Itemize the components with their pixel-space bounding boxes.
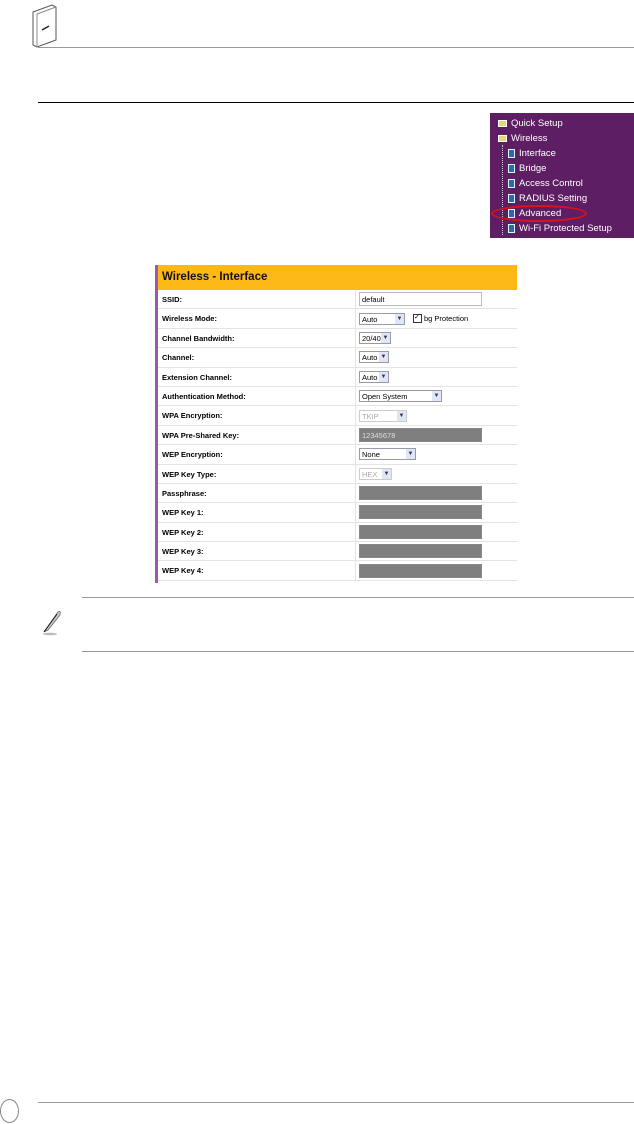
access-point-device-icon [32, 4, 57, 48]
menu-item-wireless[interactable]: Wireless [498, 133, 547, 144]
row-auth-method: Authentication Method: Open System ▼ [158, 386, 517, 407]
folder-open-icon [498, 135, 507, 142]
channel-select[interactable]: Auto ▼ [359, 351, 389, 364]
chevron-down-icon: ▼ [381, 332, 390, 343]
wep-key-1-input[interactable] [359, 505, 482, 520]
page-icon [508, 149, 515, 158]
note-top-divider [82, 597, 634, 598]
page-icon [508, 194, 515, 203]
section-divider [38, 102, 634, 103]
chevron-down-icon: ▼ [432, 391, 441, 402]
passphrase-input[interactable] [359, 486, 482, 501]
channel-bandwidth-select[interactable]: 20/40 ▼ [359, 331, 391, 344]
row-wep-encryption: WEP Encryption: None ▼ [158, 445, 517, 465]
row-wep-key-3: WEP Key 3: [158, 542, 517, 562]
page-icon [508, 179, 515, 188]
wep-encryption-select[interactable]: None ▼ [359, 448, 416, 461]
wpa-encryption-select[interactable]: TKIP ▼ [359, 409, 407, 422]
folder-icon [498, 120, 507, 127]
menu-item-radius-setting[interactable]: RADIUS Setting [508, 193, 587, 204]
footer-divider [38, 1102, 634, 1103]
tree-line [502, 145, 503, 235]
page-icon [508, 224, 515, 233]
menu-item-wps[interactable]: Wi-Fi Protected Setup [508, 223, 612, 234]
chevron-down-icon: ▼ [395, 313, 404, 324]
wep-key-type-select[interactable]: HEX ▼ [359, 467, 392, 480]
highlight-oval [491, 205, 587, 222]
note-pen-icon [43, 611, 61, 636]
row-ssid: SSID: default [158, 290, 517, 310]
page-icon [508, 164, 515, 173]
chevron-down-icon: ▼ [379, 371, 388, 382]
bg-protection-checkbox[interactable]: ✓ bg Protection [413, 314, 468, 324]
chevron-down-icon: ▼ [397, 410, 406, 421]
page-number-circle [0, 1099, 19, 1123]
row-wep-key-type: WEP Key Type: HEX ▼ [158, 464, 517, 484]
menu-item-quick-setup[interactable]: Quick Setup [498, 118, 563, 129]
ssid-input[interactable]: default [359, 292, 482, 307]
row-passphrase: Passphrase: [158, 483, 517, 504]
form-title: Wireless - Interface [158, 265, 517, 290]
note-bottom-divider [82, 651, 634, 652]
wireless-interface-form: Wireless - Interface SSID: default Wirele… [155, 265, 517, 583]
row-wireless-mode: Wireless Mode: Auto ▼ ✓ bg Protection [158, 309, 517, 329]
row-wpa-encryption: WPA Encryption: TKIP ▼ [158, 406, 517, 426]
header-divider [38, 47, 634, 48]
extension-channel-select[interactable]: Auto ▼ [359, 370, 389, 383]
checkbox-icon: ✓ [413, 314, 422, 324]
manual-page: Quick Setup Wireless Interface Bridge Ac… [0, 0, 634, 1124]
chevron-down-icon: ▼ [406, 449, 415, 460]
chevron-down-icon: ▼ [379, 352, 388, 363]
wireless-mode-select[interactable]: Auto ▼ [359, 312, 405, 325]
menu-item-access-control[interactable]: Access Control [508, 178, 583, 189]
wep-key-4-input[interactable] [359, 563, 482, 578]
chevron-down-icon: ▼ [382, 468, 391, 479]
row-channel: Channel: Auto ▼ [158, 348, 517, 368]
auth-method-select[interactable]: Open System ▼ [359, 390, 442, 403]
row-wep-key-1: WEP Key 1: [158, 503, 517, 523]
wpa-psk-input[interactable]: 12345678 [359, 427, 482, 442]
row-extension-channel: Extension Channel: Auto ▼ [158, 367, 517, 387]
row-wpa-psk: WPA Pre-Shared Key: 12345678 [158, 425, 517, 446]
row-wep-key-2: WEP Key 2: [158, 522, 517, 543]
wep-key-2-input[interactable] [359, 524, 482, 539]
row-wep-key-4: WEP Key 4: [158, 561, 517, 581]
wep-key-3-input[interactable] [359, 544, 482, 559]
menu-item-interface[interactable]: Interface [508, 148, 556, 159]
menu-item-bridge[interactable]: Bridge [508, 163, 546, 174]
row-channel-bandwidth: Channel Bandwidth: 20/40 ▼ [158, 328, 517, 349]
